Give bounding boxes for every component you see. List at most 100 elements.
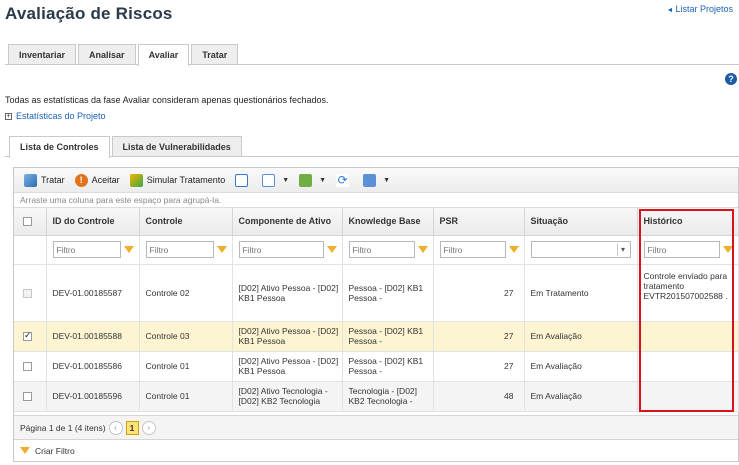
- page-title: Avaliação de Riscos: [5, 4, 173, 23]
- col-header-status[interactable]: Situação: [524, 208, 638, 236]
- filter-cell-control: [139, 235, 233, 265]
- tab-tratar[interactable]: Tratar: [191, 44, 239, 65]
- table-row[interactable]: DEV-01.00185586 Controle 01 [D02] Ativo …: [14, 351, 739, 382]
- cell-status: Em Avaliação: [524, 321, 638, 352]
- cell-kb: Pessoa - [D02] KB1 Pessoa -: [342, 351, 434, 382]
- col-header-id[interactable]: ID do Controle: [46, 208, 140, 236]
- filter-icon[interactable]: [123, 246, 134, 253]
- phase-note: Todas as estatísticas da fase Avaliar co…: [5, 95, 329, 105]
- expand-plus-icon: +: [5, 113, 12, 121]
- cell-history: [637, 351, 739, 382]
- cell-psr: 48: [433, 381, 525, 412]
- treat-button[interactable]: Tratar: [20, 170, 69, 190]
- filter-id-input[interactable]: [52, 241, 121, 258]
- cell-psr: 27: [433, 264, 525, 322]
- col-header-history[interactable]: Histórico: [637, 208, 739, 236]
- controls-grid: Tratar ! Aceitar Simular Tratamento ▼ ▼ ⟳…: [13, 167, 739, 462]
- filter-cell-status: [524, 235, 638, 265]
- filter-cell-id: [46, 235, 140, 265]
- filter-control-input[interactable]: [145, 241, 214, 258]
- cell-history: [637, 321, 739, 352]
- row-select-cell: [14, 351, 47, 382]
- list-projects-link[interactable]: ◄ Listar Projetos: [667, 4, 733, 14]
- simulate-label: Simular Tratamento: [146, 175, 226, 185]
- controls-table: ID do Controle Controle Componente de At…: [14, 208, 739, 412]
- cell-status: Em Avaliação: [524, 351, 638, 382]
- cell-kb: Pessoa - [D02] KB1 Pessoa -: [342, 321, 434, 352]
- cell-id: DEV-01.00185588: [46, 321, 140, 352]
- cell-id: DEV-01.00185596: [46, 381, 140, 412]
- column-chooser-button[interactable]: [231, 170, 256, 190]
- header-row: ID do Controle Controle Componente de At…: [14, 208, 739, 236]
- simulate-icon: [129, 173, 143, 187]
- select-all-cell: [14, 208, 47, 236]
- simulate-treatment-button[interactable]: Simular Tratamento: [126, 170, 230, 190]
- edit-icon: [363, 173, 377, 187]
- row-checkbox: [23, 288, 32, 298]
- cell-component: [D02] Ativo Pessoa - [D02] KB1 Pessoa: [232, 264, 343, 322]
- group-drop-area[interactable]: Arraste uma coluna para este espaço para…: [14, 193, 738, 208]
- filter-component-input[interactable]: [238, 241, 324, 258]
- filter-icon[interactable]: [326, 246, 337, 253]
- cell-component: [D02] Ativo Pessoa - [D02] KB1 Pessoa: [232, 321, 343, 352]
- filter-icon[interactable]: [216, 246, 227, 253]
- help-icon[interactable]: ?: [725, 73, 737, 85]
- table-row[interactable]: DEV-01.00185587 Controle 02 [D02] Ativo …: [14, 264, 739, 322]
- filter-icon[interactable]: [508, 246, 519, 253]
- accept-button[interactable]: ! Aceitar: [71, 170, 124, 190]
- refresh-icon: ⟳: [336, 172, 350, 187]
- tab-inventariar[interactable]: Inventariar: [8, 44, 77, 65]
- filter-cell-psr: [433, 235, 525, 265]
- select-all-checkbox[interactable]: [23, 217, 32, 227]
- pencil-icon: [24, 173, 37, 187]
- table-row[interactable]: DEV-01.00185588 Controle 03 [D02] Ativo …: [14, 321, 739, 352]
- tab-analisar[interactable]: Analisar: [78, 44, 136, 65]
- create-filter-link[interactable]: Criar Filtro: [35, 446, 75, 456]
- table-row[interactable]: DEV-01.00185596 Controle 01 [D02] Ativo …: [14, 381, 739, 412]
- filter-cell-history: [637, 235, 739, 265]
- edit-menu-button[interactable]: ▼: [359, 170, 394, 190]
- cell-kb: Pessoa - [D02] KB1 Pessoa -: [342, 264, 434, 322]
- tab-avaliar[interactable]: Avaliar: [137, 44, 190, 66]
- project-stats-label: Estatísticas do Projeto: [16, 111, 106, 121]
- refresh-button[interactable]: ⟳: [332, 170, 357, 190]
- chevron-down-icon: ▼: [383, 176, 391, 184]
- filter-cell-component: [232, 235, 343, 265]
- filter-history-input[interactable]: [643, 241, 720, 258]
- accept-label: Aceitar: [91, 175, 120, 185]
- tab-controls-list[interactable]: Lista de Controles: [9, 136, 110, 158]
- filter-icon[interactable]: [722, 246, 733, 253]
- cell-history: Controle enviado para tratamento EVTR201…: [637, 264, 739, 322]
- pager: Página 1 de 1 (4 itens) ‹ 1 ›: [14, 415, 738, 439]
- grid-toolbar: Tratar ! Aceitar Simular Tratamento ▼ ▼ ⟳…: [14, 168, 738, 193]
- row-checkbox[interactable]: [23, 362, 32, 372]
- group-menu-button[interactable]: ▼: [258, 170, 293, 190]
- prev-page-button[interactable]: ‹: [108, 420, 123, 435]
- list-tabs: Lista de Controles Lista de Vulnerabilid…: [9, 136, 244, 158]
- cell-id: DEV-01.00185586: [46, 351, 140, 382]
- page-number-button[interactable]: 1: [125, 420, 139, 435]
- row-checkbox[interactable]: [23, 392, 32, 402]
- row-checkbox[interactable]: [23, 330, 32, 342]
- col-header-psr[interactable]: PSR: [433, 208, 525, 236]
- filter-status-select[interactable]: [530, 241, 631, 258]
- project-stats-link[interactable]: + Estatísticas do Projeto: [5, 111, 106, 121]
- alert-icon: !: [74, 173, 88, 187]
- next-page-button[interactable]: ›: [141, 420, 156, 435]
- tab-vulnerabilities-list[interactable]: Lista de Vulnerabilidades: [111, 136, 242, 157]
- filter-cell-empty: [14, 235, 47, 265]
- col-header-control[interactable]: Controle: [139, 208, 233, 236]
- subtabs-divider: [5, 156, 739, 157]
- cell-status: Em Avaliação: [524, 381, 638, 412]
- filter-kb-input[interactable]: [348, 241, 415, 258]
- filter-icon[interactable]: [417, 246, 428, 253]
- export-menu-button[interactable]: ▼: [295, 170, 330, 190]
- grid-footer: Criar Filtro: [14, 439, 738, 461]
- cell-control: Controle 01: [139, 381, 233, 412]
- chevron-down-icon: ▼: [319, 176, 327, 184]
- filter-psr-input[interactable]: [439, 241, 506, 258]
- chevron-down-icon: ▼: [282, 176, 290, 184]
- col-header-kb[interactable]: Knowledge Base: [342, 208, 434, 236]
- col-header-component[interactable]: Componente de Ativo: [232, 208, 343, 236]
- cell-control: Controle 02: [139, 264, 233, 322]
